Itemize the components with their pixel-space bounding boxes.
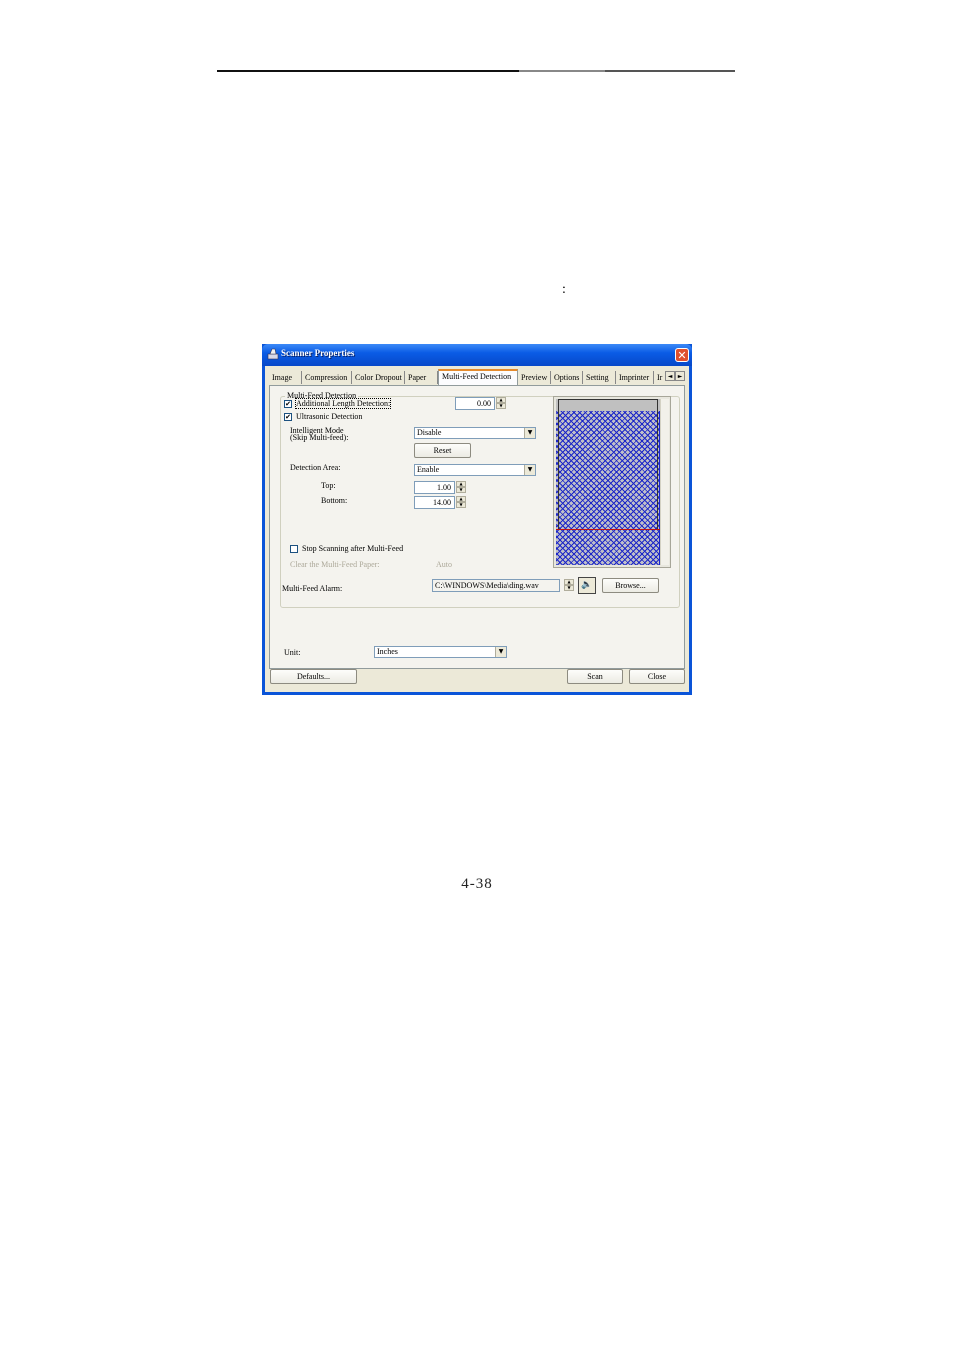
chevron-down-icon[interactable]: ▼ [495,647,506,657]
detection-area-label: Detection Area: [290,463,341,472]
tab-setting[interactable]: Setting [583,371,616,384]
speaker-icon[interactable]: 🔈 [578,577,596,594]
detection-area-value: Enable [417,465,440,474]
close-window-button[interactable]: ✕ [675,348,689,362]
additional-length-spinner[interactable]: ▲ ▼ [496,397,506,410]
alarm-path-input[interactable]: C:\WINDOWS\Media\ding.wav [432,579,560,592]
additional-length-label[interactable]: Additional Length Detection: [294,398,392,409]
tab-scroll-right-button[interactable]: ► [675,371,685,381]
bottom-label: Bottom: [321,496,348,505]
spin-down-icon[interactable]: ▼ [456,487,466,493]
clear-paper-label: Clear the Multi-Feed Paper: [290,560,380,569]
preview-scrollbar[interactable] [660,399,669,565]
top-input[interactable]: 1.00 [414,481,455,494]
alarm-label: Multi-Feed Alarm: [282,584,343,593]
chevron-down-icon[interactable]: ▼ [524,428,535,438]
header-rule-segment [519,70,605,72]
additional-length-checkbox[interactable] [284,400,292,408]
tab-multi-feed-detection[interactable]: Multi-Feed Detection [438,369,518,385]
scan-button[interactable]: Scan [567,669,623,684]
clear-paper-value: Auto [436,560,452,569]
intelligent-mode-value: Disable [417,428,442,437]
bottom-spinner[interactable]: ▲ ▼ [456,496,466,509]
top-spinner[interactable]: ▲ ▼ [456,481,466,494]
tab-imprinter[interactable]: Imprinter [616,371,654,384]
tab-preview[interactable]: Preview [518,371,551,384]
browse-button[interactable]: Browse... [602,578,659,593]
alarm-spinner[interactable]: ▲ ▼ [564,579,574,592]
tab-paper[interactable]: Paper [405,371,438,384]
unit-select[interactable]: Inches ▼ [374,646,507,658]
spin-down-icon[interactable]: ▼ [456,502,466,508]
spin-down-icon[interactable]: ▼ [564,585,574,591]
bottom-input[interactable]: 14.00 [414,496,455,509]
multi-feed-tab-panel: Multi-Feed Detection Additional Length D… [269,385,685,669]
tab-compression[interactable]: Compression [302,371,352,384]
ultrasonic-label: Ultrasonic Detection [296,412,363,421]
reset-button[interactable]: Reset [414,443,471,458]
page-number: 4-38 [461,876,493,892]
window-title: Scanner Properties [281,348,355,358]
intelligent-mode-sublabel: (Skip Multi-feed): [290,433,349,442]
close-button[interactable]: Close [629,669,685,684]
chevron-down-icon[interactable]: ▼ [524,465,535,475]
stop-scanning-label: Stop Scanning after Multi-Feed [302,544,404,553]
scanner-app-icon [267,348,279,360]
header-rule [217,70,735,72]
detection-area-select[interactable]: Enable ▼ [414,464,536,476]
unit-label: Unit: [284,648,301,657]
additional-length-input[interactable]: 0.00 [455,397,495,410]
spin-down-icon[interactable]: ▼ [496,403,506,409]
tab-image[interactable]: Image [269,371,302,384]
intelligent-mode-select[interactable]: Disable ▼ [414,427,536,439]
header-rule-segment [605,70,735,72]
top-label: Top: [321,481,336,490]
document-colon: : [562,282,566,297]
preview-paper [556,399,660,565]
preview-frame [558,399,658,530]
title-bar[interactable]: Scanner Properties ✕ [262,344,692,366]
detection-area-preview [553,396,671,568]
tab-strip: Image Compression Color Dropout Paper Mu… [269,369,687,385]
tab-scroll-left-button[interactable]: ◄ [665,371,675,381]
tab-color-dropout[interactable]: Color Dropout [352,371,405,384]
dialog-client-area: Image Compression Color Dropout Paper Mu… [265,366,689,692]
stop-scanning-checkbox[interactable] [290,545,298,553]
preview-bottom-marker [556,529,660,530]
unit-value: Inches [377,647,398,656]
ultrasonic-checkbox[interactable] [284,413,292,421]
scanner-properties-window: Scanner Properties ✕ Image Compression C… [262,344,692,695]
defaults-button[interactable]: Defaults... [270,669,357,684]
tab-options[interactable]: Options [551,371,583,384]
